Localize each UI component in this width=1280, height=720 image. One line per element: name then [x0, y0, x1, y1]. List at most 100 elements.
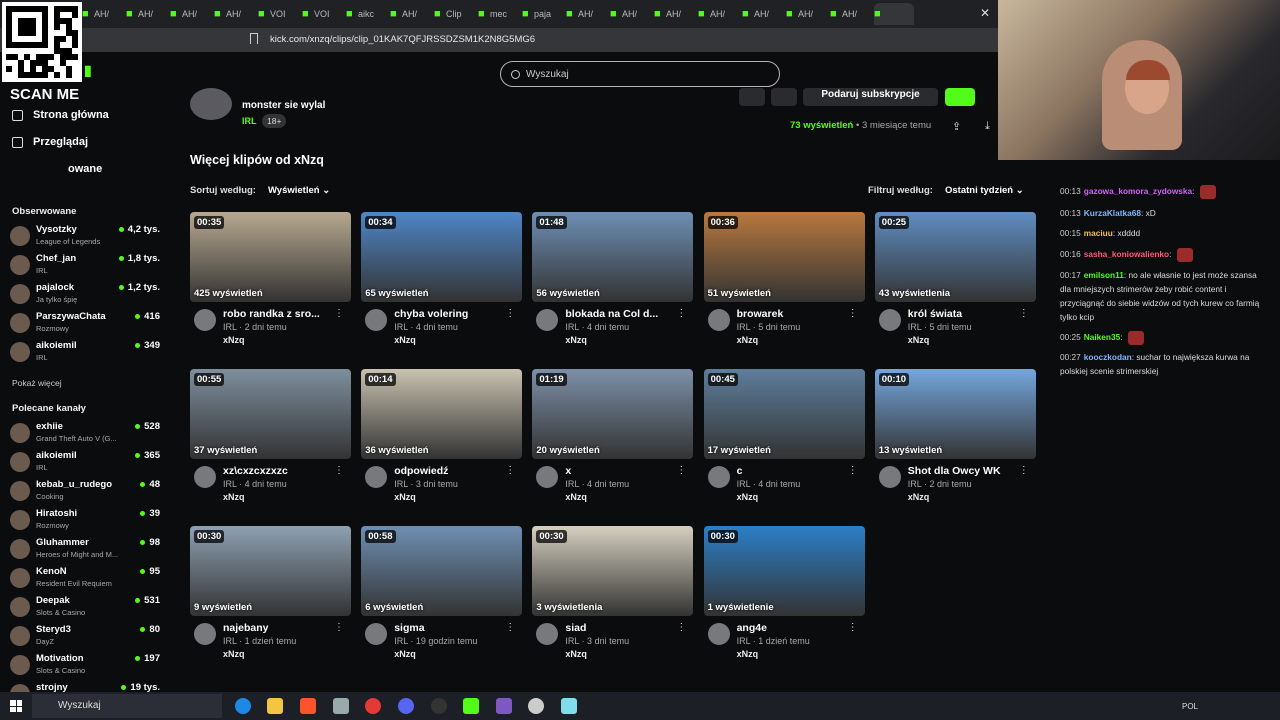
clip-title[interactable]: x	[565, 465, 675, 477]
clip-author[interactable]: xNzq	[565, 335, 587, 345]
browser-tab[interactable]: ■ AH/	[566, 3, 610, 25]
follow-button[interactable]	[945, 88, 975, 106]
browser-tab[interactable]: ■ VOI	[258, 3, 302, 25]
clip-card[interactable]: 00:35 425 wyświetleń robo randka z sro... ⋮…	[190, 212, 351, 357]
obs-icon[interactable]	[431, 698, 447, 714]
clip-card[interactable]: 00:45 17 wyświetleń c ⋮ IRL · 4 dni temu xNzq	[703, 369, 865, 514]
clip-thumbnail[interactable]: 00:30 1 wyświetlenie	[703, 526, 865, 616]
more-options-icon[interactable]: ⋮	[676, 308, 686, 319]
chat-username[interactable]: Naiken35	[1084, 332, 1120, 342]
chrome-icon[interactable]	[365, 698, 381, 714]
clip-title[interactable]: król świata	[908, 308, 1018, 320]
clip-title[interactable]: chyba volering	[394, 308, 504, 320]
browser-tab[interactable]: ■ mec	[478, 3, 522, 25]
clip-card[interactable]: 00:30 9 wyświetleń najebany ⋮ IRL · 1 dzień …	[190, 526, 351, 671]
kick-app-icon[interactable]	[463, 698, 479, 714]
avatar[interactable]	[878, 466, 901, 488]
sidebar-channel[interactable]: Steryd3 DayZ 80	[10, 622, 160, 650]
clip-thumbnail[interactable]: 00:14 36 wyświetleń	[361, 369, 523, 459]
clip-thumbnail[interactable]: 01:19 20 wyświetleń	[532, 369, 694, 459]
clip-title[interactable]: ang4e	[737, 622, 847, 634]
browser-tab[interactable]: ■ AH/	[82, 3, 126, 25]
more-options-icon[interactable]: ⋮	[1019, 465, 1029, 476]
discord-icon[interactable]	[398, 698, 414, 714]
clip-thumbnail[interactable]: 00:34 65 wyświetleń	[361, 212, 523, 302]
clip-title[interactable]: siad	[565, 622, 675, 634]
clip-thumbnail[interactable]: 01:48 56 wyświetleń	[532, 212, 694, 302]
url-field[interactable]: kick.com/xnzq/clips/clip_01KAK7QFJRSSDZS…	[270, 32, 535, 48]
show-more-link[interactable]: Pokaż więcej	[12, 378, 62, 388]
sidebar-channel[interactable]: ParszywaChata Rozmowy 416	[10, 309, 160, 337]
avatar[interactable]	[536, 623, 559, 645]
folder-icon[interactable]	[267, 698, 283, 714]
close-tab-icon[interactable]: ✕	[980, 6, 990, 20]
clip-card[interactable]: 00:30 1 wyświetlenie ang4e ⋮ IRL · 1 dzień t…	[703, 526, 865, 671]
avatar[interactable]	[878, 309, 901, 331]
dislike-button[interactable]	[771, 88, 797, 106]
clip-author[interactable]: xNzq	[394, 335, 416, 345]
clip-title[interactable]: browarek	[737, 308, 847, 320]
avatar[interactable]	[194, 309, 216, 331]
avatar[interactable]	[365, 309, 388, 331]
clip-author[interactable]: xNzq	[223, 335, 245, 345]
brave-icon[interactable]	[300, 698, 316, 714]
nav-followed[interactable]: owane	[68, 163, 102, 175]
browser-tab[interactable]: ■ AH/	[786, 3, 830, 25]
clip-author[interactable]: xNzq	[908, 492, 930, 502]
sidebar-channel[interactable]: Vysotzky League of Legends 4,2 tys.	[10, 222, 160, 250]
clip-author[interactable]: xNzq	[394, 492, 416, 502]
clip-author[interactable]: xNzq	[737, 335, 759, 345]
clip-thumbnail[interactable]: 00:10 13 wyświetleń	[874, 369, 1036, 459]
chat-username[interactable]: gazowa_komora_zydowska	[1084, 186, 1192, 196]
more-options-icon[interactable]: ⋮	[334, 622, 344, 633]
clip-title[interactable]: robo randka z sro...	[223, 308, 333, 320]
sidebar-channel[interactable]: Gluhammer Heroes of Might and M... 98	[10, 535, 160, 563]
avatar[interactable]	[536, 309, 559, 331]
avatar[interactable]	[707, 309, 730, 331]
clip-title[interactable]: odpowiedź	[394, 465, 504, 477]
sidebar-channel[interactable]: aikoiemil IRL 349	[10, 338, 160, 366]
browser-tab[interactable]: ■ Clip	[434, 3, 478, 25]
filter-dropdown[interactable]: Ostatni tydzień ⌄	[945, 185, 1024, 196]
clip-thumbnail[interactable]: 00:30 9 wyświetleń	[190, 526, 351, 616]
more-options-icon[interactable]: ⋮	[848, 465, 858, 476]
browser-tab-active[interactable]: ■	[874, 3, 914, 25]
avatar[interactable]	[194, 623, 216, 645]
clip-thumbnail[interactable]: 00:30 3 wyświetlenia	[532, 526, 694, 616]
more-options-icon[interactable]: ⋮	[334, 465, 344, 476]
avatar[interactable]	[194, 466, 216, 488]
clip-card[interactable]: 00:10 13 wyświetleń Shot dla Owcy WK ⋮ IRL ·…	[874, 369, 1036, 514]
search-input[interactable]: Wyszukaj	[500, 61, 780, 87]
browser-tab[interactable]: ■ AH/	[126, 3, 170, 25]
clip-thumbnail[interactable]: 00:55 37 wyświetleń	[190, 369, 351, 459]
sidebar-channel[interactable]: Chef_jan IRL 1,8 tys.	[10, 251, 160, 279]
app-icon[interactable]	[496, 698, 512, 714]
sidebar-channel[interactable]: Hiratoshi Rozmowy 39	[10, 506, 160, 534]
more-options-icon[interactable]: ⋮	[676, 465, 686, 476]
avatar[interactable]	[707, 466, 730, 488]
share-icon[interactable]: ⇪	[952, 120, 961, 133]
sidebar-channel[interactable]: Motivation Slots & Casino 197	[10, 651, 160, 679]
browser-tab[interactable]: ■ AH/	[390, 3, 434, 25]
browser-tab[interactable]: ■ AH/	[610, 3, 654, 25]
chat-username[interactable]: kooczkodan	[1084, 352, 1132, 362]
clip-author[interactable]: xNzq	[565, 492, 587, 502]
more-options-icon[interactable]: ⋮	[848, 308, 858, 319]
clip-author[interactable]: xNzq	[737, 649, 759, 659]
more-options-icon[interactable]: ⋮	[505, 308, 515, 319]
sidebar-channel[interactable]: Deepak Slots & Casino 531	[10, 593, 160, 621]
edge-icon[interactable]	[235, 698, 251, 714]
clip-thumbnail[interactable]: 00:58 6 wyświetleń	[361, 526, 523, 616]
clip-card[interactable]: 00:30 3 wyświetlenia siad ⋮ IRL · 3 dni temu…	[532, 526, 694, 671]
sidebar-channel[interactable]: kebab_u_rudego Cooking 48	[10, 477, 160, 505]
clip-card[interactable]: 00:36 51 wyświetleń browarek ⋮ IRL · 5 dni t…	[703, 212, 865, 357]
avatar[interactable]	[365, 466, 388, 488]
clip-author[interactable]: xNzq	[565, 649, 587, 659]
clip-author[interactable]: xNzq	[223, 649, 245, 659]
clip-card[interactable]: 00:14 36 wyświetleń odpowiedź ⋮ IRL · 3 dni …	[361, 369, 523, 514]
taskbar-search[interactable]: Wyszukaj	[32, 694, 222, 718]
clip-card[interactable]: 01:48 56 wyświetleń blokada na Col d... ⋮ IR…	[532, 212, 694, 357]
clip-thumbnail[interactable]: 00:25 43 wyświetlenia	[874, 212, 1036, 302]
clip-card[interactable]: 00:58 6 wyświetleń sigma ⋮ IRL · 19 godzin t…	[361, 526, 523, 671]
clip-author[interactable]: xNzq	[737, 492, 759, 502]
